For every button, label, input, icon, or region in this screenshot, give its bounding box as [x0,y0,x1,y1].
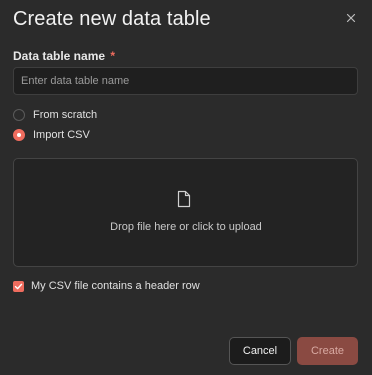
radio-from-scratch[interactable]: From scratch [13,108,97,122]
file-icon [177,190,191,208]
radio-button-from-scratch[interactable] [13,109,25,121]
dropzone-text: Drop file here or click to upload [110,221,262,233]
radio-label-import-csv: Import CSV [33,129,90,141]
create-button[interactable]: Create [297,337,358,365]
required-asterisk: * [110,49,116,63]
close-icon[interactable] [343,10,359,26]
radio-label-from-scratch: From scratch [33,109,98,121]
name-field-label-text: Data table name [13,49,106,63]
csv-dropzone[interactable] [13,158,358,267]
header-row-option[interactable]: My CSV file contains a header row [13,279,200,293]
radio-button-import-csv[interactable] [13,129,25,141]
dialog-title: Create new data table [13,8,211,30]
name-field-label: Data table name * [13,49,115,63]
create-data-table-dialog: Create new data table Data table name * … [0,0,372,375]
header-row-checkbox[interactable] [13,280,24,292]
cancel-button[interactable]: Cancel [229,337,291,365]
header-row-checkbox-label: My CSV file contains a header row [31,280,200,292]
data-table-name-input[interactable] [13,67,358,95]
radio-import-csv[interactable]: Import CSV [13,128,90,142]
